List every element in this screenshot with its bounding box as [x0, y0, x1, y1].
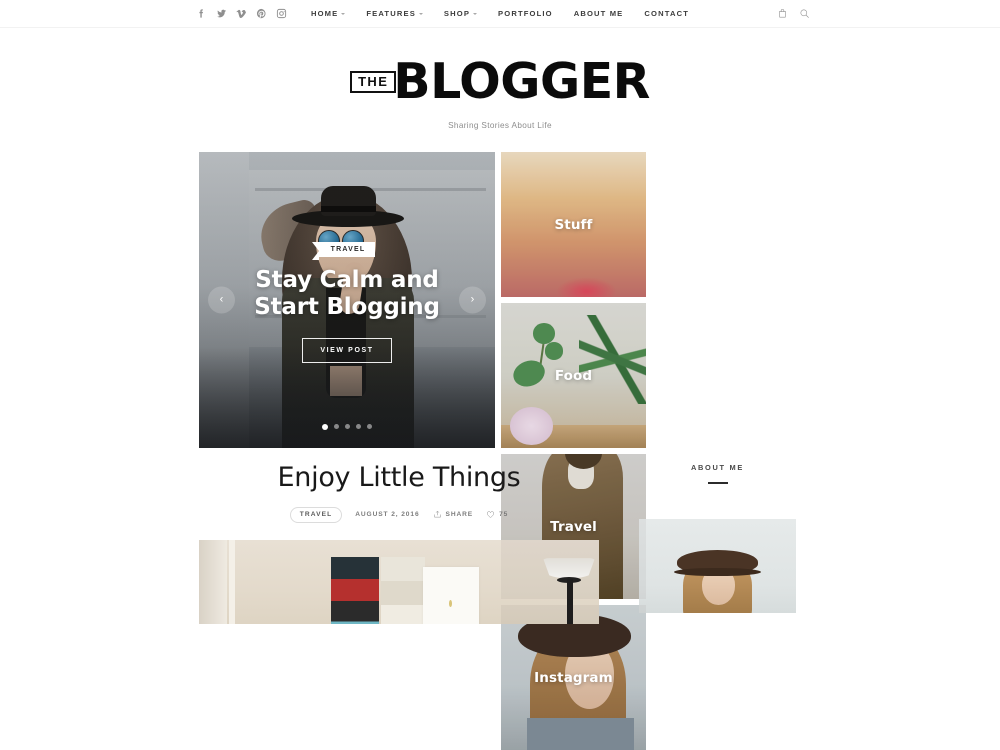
site-tagline: Sharing Stories About Life [448, 121, 552, 131]
nav-item-features[interactable]: FEATURES [366, 9, 423, 18]
pinterest-icon[interactable] [256, 8, 267, 19]
sidebar-title-divider [707, 482, 728, 485]
category-tile-food[interactable]: Food [501, 303, 646, 448]
shopping-bag-icon[interactable] [777, 8, 788, 19]
chevron-down-icon [473, 13, 478, 15]
nav-item-home[interactable]: HOME [310, 9, 346, 18]
slider-dot-5[interactable] [367, 424, 372, 429]
slider-dot-1[interactable] [322, 424, 328, 430]
category-tile-instagram[interactable]: Instagram [501, 605, 646, 750]
nav-label-about-me: ABOUT ME [573, 9, 624, 18]
slider-dot-4[interactable] [356, 424, 361, 429]
slider-next-arrow[interactable]: › [459, 286, 486, 314]
nav-label-contact: CONTACT [644, 9, 690, 18]
nav-item-contact[interactable]: CONTACT [644, 9, 689, 18]
slide-title: Stay Calm and Start Blogging [199, 267, 495, 321]
view-post-button[interactable]: VIEW POST [302, 337, 392, 363]
share-label: SHARE [445, 511, 474, 519]
site-branding: THE BLOGGER Sharing Stories About Life [0, 28, 1000, 130]
slide-title-line1: Stay Calm and [255, 267, 439, 293]
slider-prev-arrow[interactable]: ‹ [208, 286, 235, 314]
hero-section: TRAVEL Stay Calm and Start Blogging VIEW… [199, 152, 796, 750]
chevron-down-icon [418, 13, 423, 15]
twitter-icon[interactable] [216, 8, 227, 19]
category-tile-label: Stuff [554, 216, 593, 233]
share-button[interactable]: SHARE [433, 510, 474, 519]
slide-category-badge[interactable]: TRAVEL [311, 242, 376, 260]
nav-item-about-me[interactable]: ABOUT ME [574, 9, 624, 18]
slider-dot-2[interactable] [334, 424, 339, 429]
nav-label-home: HOME [310, 9, 339, 18]
nav-label-portfolio: PORTFOLIO [498, 9, 553, 18]
sidebar-widget-title: ABOUT ME [690, 463, 744, 472]
nav-item-portfolio[interactable]: PORTFOLIO [498, 9, 553, 18]
vimeo-icon[interactable] [236, 8, 247, 19]
slide-title-line2: Start Blogging [254, 293, 440, 320]
category-tile-travel[interactable]: Travel [501, 454, 646, 599]
slider-dot-3[interactable] [345, 424, 350, 429]
heart-icon [486, 510, 495, 519]
category-tile-label: Food [554, 367, 593, 384]
search-icon[interactable] [799, 8, 810, 19]
post-date: AUGUST 2, 2016 [355, 511, 420, 519]
chevron-down-icon [341, 13, 346, 15]
share-icon [433, 510, 442, 519]
category-tile-label: Travel [550, 518, 597, 535]
main-navigation: HOME FEATURES SHOP PORTFOLIO ABOUT ME CO… [311, 9, 689, 18]
nav-label-features: FEATURES [366, 9, 416, 18]
nav-label-shop: SHOP [443, 9, 471, 18]
nav-item-shop[interactable]: SHOP [443, 9, 478, 18]
logo-wordmark: BLOGGER [393, 53, 650, 110]
instagram-icon[interactable] [276, 8, 287, 19]
social-links [196, 8, 287, 19]
category-tile-label: Instagram [534, 669, 613, 686]
sidebar-about-me-widget: ABOUT ME [639, 463, 796, 613]
site-logo[interactable]: THE BLOGGER [350, 53, 650, 110]
slider-dots [199, 424, 495, 430]
facebook-icon[interactable] [196, 8, 207, 19]
post-category-pill[interactable]: TRAVEL [289, 506, 343, 524]
header-actions [777, 8, 810, 19]
featured-slider[interactable]: TRAVEL Stay Calm and Start Blogging VIEW… [199, 152, 495, 448]
logo-the-badge: THE [350, 70, 397, 93]
top-header-bar: HOME FEATURES SHOP PORTFOLIO ABOUT ME CO… [0, 0, 1000, 28]
about-me-photo [639, 519, 796, 613]
category-tiles: Stuff Food Travel Instagram [501, 152, 796, 750]
slide-content: TRAVEL Stay Calm and Start Blogging VIEW… [199, 238, 495, 363]
category-tile-stuff[interactable]: Stuff [501, 152, 646, 297]
